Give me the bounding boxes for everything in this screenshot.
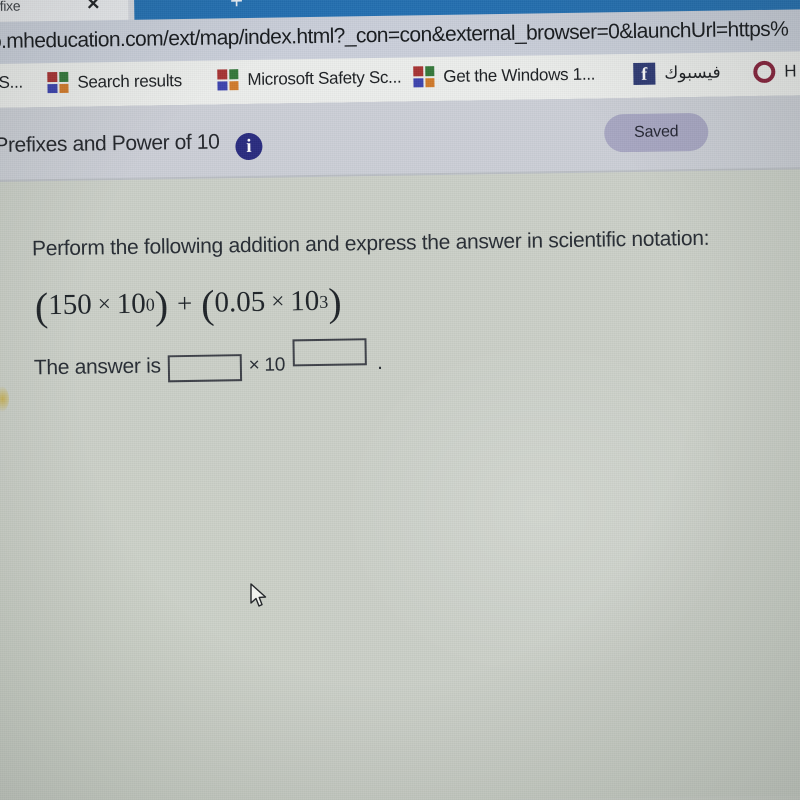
bookmark-item-get-windows[interactable]: Get the Windows 1... [413,64,595,88]
page-content: Prefixes and Power of 10 i Saved Perform… [0,95,800,800]
times-ten-label: × 10 [248,354,286,377]
page-title: Prefixes and Power of 10 [0,130,220,158]
bookmark-label: H [784,61,797,81]
bookmark-item-facebook[interactable]: f فيسبوك [633,62,721,85]
bookmark-item-h[interactable]: H [753,60,797,84]
bookmark-label: Search results [77,70,182,92]
mouse-pointer-icon [250,583,267,607]
info-icon[interactable]: i [235,132,263,161]
facebook-icon: f [633,62,656,85]
answer-row: The answer is × 10 . [33,338,383,384]
status-badge[interactable]: Saved [603,112,709,153]
windows-logo-icon [47,71,69,94]
url-text[interactable]: to.mheducation.com/ext/map/index.html?_c… [0,18,788,55]
mantissa-2: 0.05 [214,285,266,319]
question-prompt: Perform the following addition and expre… [31,226,710,261]
exponent-input[interactable] [292,338,368,367]
tab-title: efixe [0,0,21,15]
math-expression: ( 150 × 10 0 ) + ( 0.05 × 10 3 ) [35,279,342,329]
mantissa-1: 150 [47,288,92,322]
bookmark-item-net-s[interactable]: net S... [0,73,23,94]
answer-label: The answer is [33,354,161,380]
mantissa-input[interactable] [167,354,242,383]
bookmark-label: net S... [0,72,24,93]
answer-period: . [376,350,383,375]
ring-icon [753,60,776,84]
plus-operator: + [176,287,193,319]
assignment-header: Prefixes and Power of 10 i Saved [0,95,800,181]
multiply-sign-1: × [97,291,111,318]
bookmark-label: فيسبوك [664,62,721,83]
bookmark-label: Microsoft Safety Sc... [247,67,402,89]
bookmark-item-search-results[interactable]: Search results [47,70,182,94]
bookmark-label: Get the Windows 1... [443,64,596,86]
base-1: 10 [116,287,147,321]
plus-icon[interactable]: + [230,0,243,13]
windows-logo-icon [217,69,239,91]
base-2: 10 [290,284,320,318]
windows-logo-icon [413,66,435,88]
close-icon[interactable]: ✕ [86,0,101,15]
browser-window: efixe ✕ + to.mheducation.com/ext/map/ind… [0,0,800,800]
multiply-sign-2: × [271,288,285,315]
screen-photo: efixe ✕ + to.mheducation.com/ext/map/ind… [0,0,800,800]
bookmark-item-microsoft-safety[interactable]: Microsoft Safety Sc... [217,67,402,91]
problem-body: Perform the following addition and expre… [0,169,800,800]
